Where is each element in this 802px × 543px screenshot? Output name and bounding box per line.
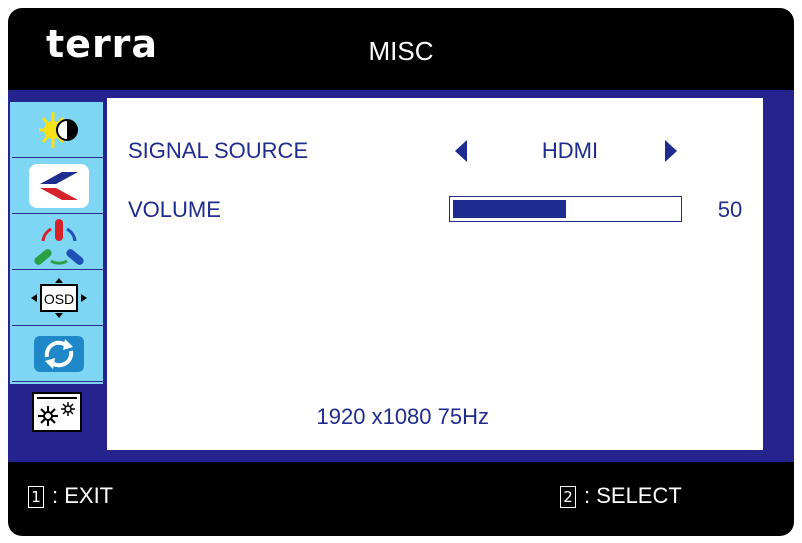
tab-osd[interactable]: OSD xyxy=(12,270,105,326)
signal-source-prev-arrow[interactable] xyxy=(455,140,467,162)
volume-slider-fill xyxy=(453,200,566,218)
volume-slider[interactable] xyxy=(449,196,682,222)
sidebar: OSD xyxy=(10,102,105,384)
signal-source-next-arrow[interactable] xyxy=(665,140,677,162)
tab-brightness-contrast[interactable] xyxy=(12,102,105,158)
svg-text:OSD: OSD xyxy=(43,291,73,307)
resolution-info: 1920 x1080 75Hz xyxy=(316,404,489,429)
osd-frame: terra MISC OSD SIGNAL SOURCE HDMI VOLUME… xyxy=(8,8,794,536)
volume-label: VOLUME xyxy=(128,197,221,222)
tab-reset[interactable] xyxy=(12,326,105,382)
key-1-icon: 1 xyxy=(28,486,44,509)
select-label: : SELECT xyxy=(584,483,682,508)
tab-image-position[interactable] xyxy=(12,158,105,214)
exit-label: : EXIT xyxy=(52,483,114,508)
reset-icon xyxy=(33,335,84,372)
signal-source-value[interactable]: HDMI xyxy=(515,138,625,164)
key-2-icon: 2 xyxy=(560,486,576,509)
tab-misc[interactable] xyxy=(10,384,103,440)
osd-header: terra MISC xyxy=(8,8,794,90)
volume-value: 50 xyxy=(717,197,743,222)
signal-source-label: SIGNAL SOURCE xyxy=(128,138,309,163)
menu-title: MISC xyxy=(368,36,434,66)
select-hint: 2 : SELECT xyxy=(560,483,682,509)
color-icon xyxy=(33,218,84,265)
menu-content: SIGNAL SOURCE HDMI VOLUME 50 1920 x1080 … xyxy=(107,98,763,450)
osd-icon: OSD xyxy=(30,277,87,318)
image-position-icon xyxy=(28,163,89,208)
exit-hint: 1 : EXIT xyxy=(28,483,113,509)
tab-color[interactable] xyxy=(12,214,105,270)
misc-settings-icon xyxy=(31,392,82,432)
brightness-contrast-icon xyxy=(38,111,78,148)
